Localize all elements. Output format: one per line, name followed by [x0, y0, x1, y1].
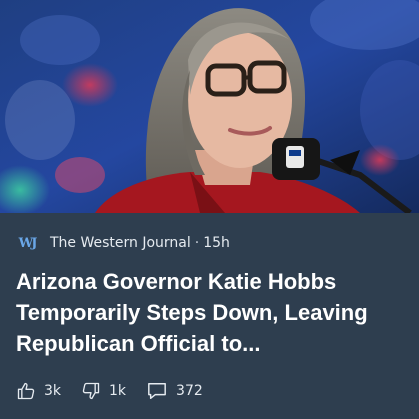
news-card[interactable]: WJ The Western Journal · 15h Arizona Gov…	[0, 0, 419, 419]
like-count: 3k	[44, 383, 62, 399]
article-source[interactable]: WJ The Western Journal · 15h	[16, 232, 230, 254]
publisher-name[interactable]: The Western Journal	[50, 235, 191, 251]
article-photo	[0, 0, 419, 213]
like-button[interactable]: 3k	[16, 381, 61, 401]
reaction-bar: 3k 1k 372	[16, 381, 203, 401]
thumbs-down-icon	[82, 382, 100, 400]
comment-icon	[148, 383, 166, 399]
separator: ·	[194, 235, 200, 251]
comment-count: 372	[176, 383, 203, 399]
article-image[interactable]	[0, 0, 419, 213]
article-headline[interactable]: Arizona Governor Katie Hobbs Temporarily…	[16, 266, 401, 359]
publisher-logo: WJ	[18, 235, 38, 251]
source-meta: The Western Journal · 15h	[50, 235, 230, 251]
dislike-button[interactable]: 1k	[81, 381, 126, 401]
dislike-count: 1k	[109, 383, 127, 399]
thumbs-up-icon	[17, 382, 35, 400]
publish-time: 15h	[203, 235, 230, 251]
comment-button[interactable]: 372	[146, 381, 203, 401]
